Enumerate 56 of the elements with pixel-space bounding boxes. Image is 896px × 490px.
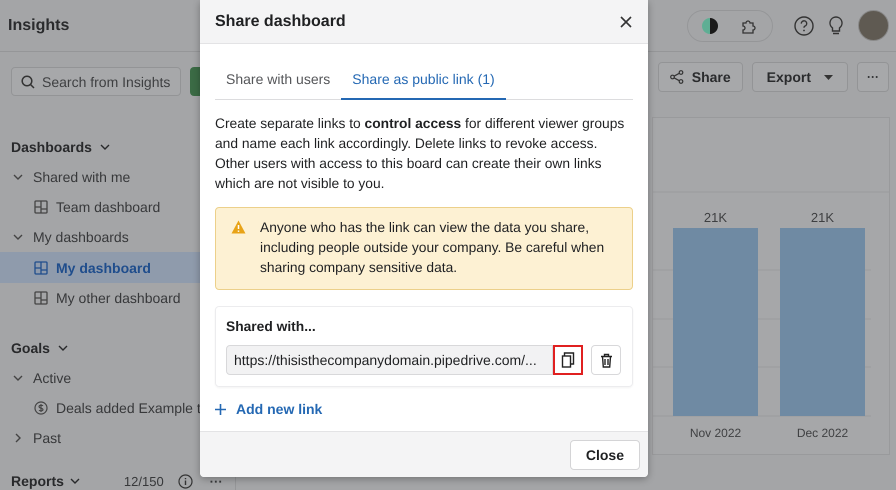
axis-label: Dec 2022 [796,426,848,440]
tree-item[interactable]: My other dashboard [0,283,235,313]
tree-group[interactable]: Shared with me [33,169,130,185]
lightbulb-icon[interactable] [827,16,845,36]
report-count: 12/150 [124,474,164,488]
chevron-down-icon[interactable] [13,172,23,182]
dollar-icon [34,401,48,415]
tree-group[interactable]: Past [33,430,62,446]
link-field[interactable]: https://thisisthecompanydomain.pipedrive.com/... [226,345,553,375]
chevron-down-icon[interactable] [70,476,80,486]
half-moon-icon[interactable] [702,16,718,34]
chevron-down-icon[interactable] [100,142,110,152]
info-icon[interactable] [178,474,193,488]
close-icon [620,16,632,28]
search-field[interactable]: Search from Insights [11,67,181,96]
chevron-down-icon[interactable] [13,232,23,242]
close-button[interactable] [620,16,632,28]
plus-icon [215,404,226,414]
avatar[interactable] [858,10,889,41]
section-header[interactable]: Goals [11,340,50,356]
warning-text: Anyone who has the link can view the data you share, including people outside your company. Be careful when sharing company sensitive data. [260,219,606,277]
tab[interactable]: Share with users [215,61,342,100]
copy-button[interactable] [553,345,583,375]
share-icon [670,70,684,84]
tree-group[interactable]: My dashboards [33,229,129,245]
description-text: Create separate links to control access for different viewer groups and name each link accordingly. Delete links to revoke access. Other users with access to this board can create their own links which are not visible to you. [215,115,626,193]
chevron-right-icon[interactable] [13,433,23,443]
delete-button[interactable] [591,345,621,375]
dashboard-icon [34,200,48,214]
trash-icon [600,352,612,368]
chevron-down-icon[interactable] [58,343,68,353]
section-header[interactable]: Reports [11,473,64,489]
search-icon [21,74,35,88]
add-link-button[interactable]: Add new link [215,401,322,417]
tab[interactable]: Share as public link (1) [341,61,506,100]
warning-icon [231,220,246,234]
dialog-title: Share dashboard [215,12,346,30]
more-button[interactable]: ··· [857,62,889,92]
help-icon[interactable] [794,16,814,36]
close-dialog-button[interactable]: Close [570,440,640,470]
app-title: Insights [8,16,70,34]
chevron-down-icon[interactable] [13,373,23,383]
share-button[interactable]: Share [658,62,743,92]
tree-item[interactable]: Team dashboard [0,192,235,222]
more-button[interactable]: ··· [210,474,223,488]
copy-icon [561,352,575,368]
card-heading: Shared with... [226,319,317,334]
caret-icon [824,74,833,80]
dashboard-icon [34,291,48,305]
axis-label: Nov 2022 [690,426,742,440]
tree-group[interactable]: Active [33,370,72,386]
bar-value-label: 21K [704,210,728,225]
bar-value-label: 21K [810,210,834,225]
export-button[interactable]: Export [752,62,848,92]
dashboard-icon [34,260,48,274]
section-header[interactable]: Dashboards [11,139,92,155]
